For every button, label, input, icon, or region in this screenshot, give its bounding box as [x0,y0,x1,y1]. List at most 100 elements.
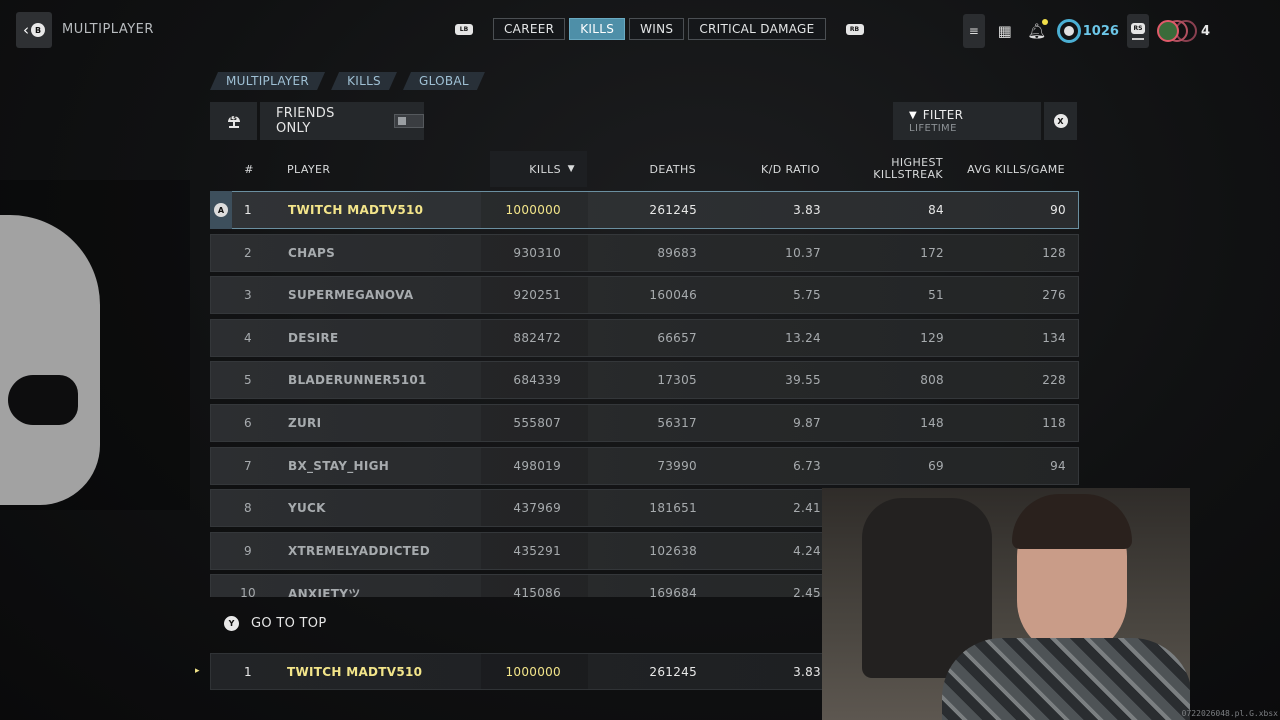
category-tabs: LB CAREER KILLS WINS CRITICAL DAMAGE RB [455,18,864,40]
leaderboard-header: # PLAYER KILLS ▼ DEATHS K/D RATIO HIGHES… [210,151,1079,187]
current-player-rank: 1 [244,664,252,679]
header-kd-ratio[interactable]: K/D RATIO [710,151,820,187]
cell-player: TWITCH MADTV510 [288,203,424,217]
cell-highest-killstreak: 51 [928,288,944,302]
table-row[interactable]: 7 BX_STAY_HIGH 498019 73990 6.73 69 94 [210,447,1079,485]
friends-only-label: FRIENDS ONLY [276,106,335,136]
y-button-glyph: Y [224,616,239,631]
grid-icon: ▦ [997,22,1012,40]
sort-desc-icon: ▼ [567,164,575,174]
watermark-id: 0722026048.pl.G.xbsx [1181,709,1278,718]
cell-deaths: 181651 [649,501,697,515]
tab-career[interactable]: CAREER [493,18,566,40]
skull-emblem-decoration [0,215,100,505]
cell-rank: 8 [244,501,252,515]
header-avg-kills[interactable]: AVG KILLS/GAME [955,151,1065,187]
cod-points-value: 1026 [1082,23,1119,39]
cell-player: SUPERMEGANOVA [288,288,414,302]
table-row[interactable]: 4 DESIRE 882472 66657 13.24 129 134 [210,319,1079,357]
breadcrumb-multiplayer: MULTIPLAYER [210,72,325,90]
cell-rank: 6 [244,416,252,430]
streamer-shirt [942,638,1190,720]
cell-deaths: 102638 [649,544,697,558]
table-row[interactable]: 6 ZURI 555807 56317 9.87 148 118 [210,404,1079,442]
cell-highest-killstreak: 69 [928,459,944,473]
cell-avg-kills: 134 [1042,331,1066,345]
tab-kills[interactable]: KILLS [569,18,626,40]
menu-icon: ≡ [968,24,979,38]
cell-kills: 930310 [513,246,561,260]
filter-button[interactable]: ▼ FILTER LIFETIME [893,102,1041,140]
header-kills[interactable]: KILLS ▼ [490,151,587,187]
cell-player: BLADERUNNER5101 [288,373,427,387]
cod-points[interactable]: 1026 [1056,19,1119,43]
breadcrumb-global: GLOBAL [403,72,485,90]
cell-deaths: 73990 [657,459,697,473]
cell-kd-ratio: 13.24 [785,331,821,345]
cell-rank: 4 [244,331,252,345]
cell-kills: 555807 [513,416,561,430]
clear-filter-button[interactable]: X [1044,102,1077,140]
webcam-overlay [822,488,1190,720]
cell-rank: 3 [244,288,252,302]
chevron-left-icon: ‹ [23,21,29,39]
lb-bumper-glyph: LB [455,23,473,35]
cell-player: YUCK [288,501,326,515]
cell-avg-kills: 228 [1042,373,1066,387]
cell-kills: 920251 [513,288,561,302]
filter-label: FILTER [922,108,964,122]
emblem-icon [1156,17,1197,45]
table-row[interactable]: 5 BLADERUNNER5101 684339 17305 39.55 808 228 [210,361,1079,399]
cell-rank: 9 [244,544,252,558]
header-player: PLAYER [287,162,331,176]
cell-highest-killstreak: 172 [920,246,944,260]
player-emblem[interactable]: 4 [1156,17,1210,45]
friends-only-toggle[interactable] [393,114,424,128]
b-button-glyph: B [31,23,45,37]
rs-icon: RS [1130,22,1145,34]
cell-player: ANXIETYツ [288,586,361,598]
filter-value: LIFETIME [909,123,957,134]
cell-kills: 684339 [513,373,561,387]
back-button[interactable]: ‹ B [16,12,52,48]
tab-wins[interactable]: WINS [629,18,685,40]
cell-kills: 435291 [513,544,561,558]
current-player-deaths: 261245 [649,664,697,679]
tab-critical-damage[interactable]: CRITICAL DAMAGE [688,18,826,40]
header-deaths[interactable]: DEATHS [596,151,696,187]
cell-player: DESIRE [288,331,339,345]
cell-player: XTREMELYADDICTED [288,544,430,558]
notification-dot [1041,19,1048,25]
go-to-top-button[interactable]: Y GO TO TOP [224,616,326,631]
cell-highest-killstreak: 84 [928,203,944,217]
a-glyph-letter: A [214,203,228,217]
table-row[interactable]: 3 SUPERMEGANOVA 920251 160046 5.75 51 276 [210,276,1079,314]
cell-deaths: 66657 [657,331,697,345]
cell-rank: 5 [244,373,252,387]
skull-eye-decoration [8,375,78,425]
friends-only-toggle-button[interactable]: FRIENDS ONLY [260,102,424,140]
cell-rank: 7 [244,459,252,473]
ls-button[interactable]: LS [210,102,257,140]
header-streak-line2: KILLSTREAK [873,168,943,181]
cell-kills: 1000000 [505,203,561,217]
cell-avg-kills: 94 [1050,459,1066,473]
cell-kd-ratio: 6.73 [793,459,821,473]
header-highest-killstreak[interactable]: HIGHEST KILLSTREAK [850,151,943,187]
header-kills-label: KILLS [529,162,561,176]
cell-kills: 437969 [513,501,561,515]
cell-rank: 10 [240,586,256,597]
grid-button[interactable]: ▦ [993,16,1017,46]
cell-avg-kills: 118 [1042,416,1066,430]
menu-button[interactable]: ≡ [962,14,985,48]
cell-kd-ratio: 9.87 [793,416,821,430]
table-row[interactable]: 2 CHAPS 930310 89683 10.37 172 128 [210,234,1079,272]
current-player-row[interactable]: 1 TWITCH MADTV510 1000000 261245 3.83 [210,653,850,690]
rs-button[interactable]: RS [1126,14,1149,48]
table-row[interactable]: A 1 TWITCH MADTV510 1000000 261245 3.83 84 90 [210,191,1079,229]
cell-kd-ratio: 5.75 [793,288,821,302]
notifications-button[interactable]: 🔔︎ [1025,16,1049,46]
cell-deaths: 17305 [657,373,697,387]
cell-highest-killstreak: 148 [920,416,944,430]
cell-player: CHAPS [288,246,336,260]
